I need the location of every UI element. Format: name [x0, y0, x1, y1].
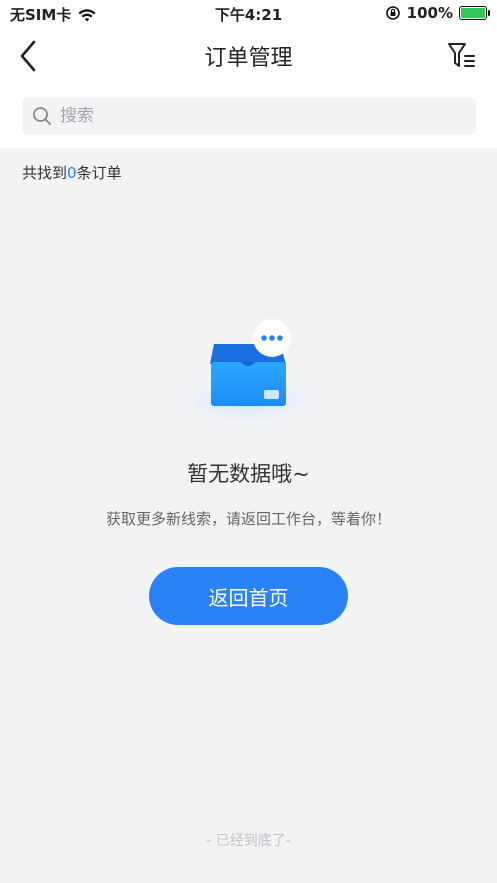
nav-bar: 订单管理: [0, 28, 497, 84]
search-box[interactable]: [22, 98, 476, 134]
result-count-prefix: 共找到: [22, 164, 68, 182]
result-count-suffix: 条订单: [76, 164, 122, 182]
result-count: 共找到0条订单: [22, 162, 122, 183]
page-title: 订单管理: [204, 46, 293, 71]
empty-title: 暂无数据哦~: [187, 462, 310, 486]
filter-button[interactable]: [443, 40, 479, 72]
filter-icon: [448, 43, 475, 67]
search-input[interactable]: [60, 106, 440, 126]
search-icon: [33, 107, 51, 125]
order-management-page: 无SIM卡 下午4:21 100% 订单管理 搜索 共找到0条订单 暂无数据哦~…: [0, 0, 497, 883]
search-area: [0, 84, 497, 148]
result-count-number: 0: [67, 164, 77, 182]
battery-icon: [459, 6, 490, 20]
empty-description: 获取更多新线索，请返回工作台，等着你！: [105, 510, 391, 528]
return-home-button[interactable]: 返回首页: [149, 567, 348, 625]
empty-box-icon: [174, 319, 322, 426]
orientation-lock-icon: [385, 6, 400, 20]
status-bar: 无SIM卡 下午4:21 100%: [0, 0, 497, 28]
battery-percent: 100%: [406, 4, 453, 22]
end-of-list-hint: - 已经到底了-: [206, 833, 291, 849]
